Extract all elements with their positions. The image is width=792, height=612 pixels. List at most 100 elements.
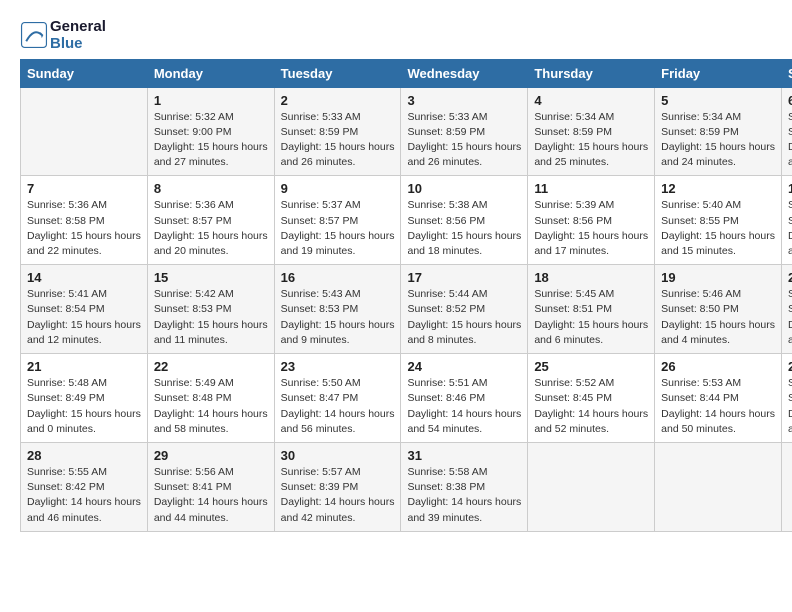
- daylight-cont: and 39 minutes.: [407, 511, 521, 526]
- daylight-cont: and 20 minutes.: [154, 244, 268, 259]
- daylight-cont: and 58 minutes.: [154, 422, 268, 437]
- day-info: Sunrise: 5:42 AMSunset: 8:53 PMDaylight:…: [154, 287, 268, 348]
- daylight-cont: and 11 minutes.: [154, 333, 268, 348]
- sunrise-label: Sunrise: 5:35 AM: [788, 110, 792, 125]
- sunset-label: Sunset: 8:52 PM: [407, 302, 521, 317]
- sunset-label: Sunset: 8:59 PM: [407, 125, 521, 140]
- day-number: 18: [534, 270, 648, 285]
- sunrise-label: Sunrise: 5:47 AM: [788, 287, 792, 302]
- daylight-label: Daylight: 14 hours hours: [281, 495, 395, 510]
- calendar-cell: 20 Sunrise: 5:47 AMSunset: 8:50 PMDayligh…: [781, 265, 792, 354]
- sunrise-label: Sunrise: 5:51 AM: [407, 376, 521, 391]
- sunset-label: Sunset: 8:41 PM: [154, 480, 268, 495]
- daylight-label: Daylight: 15 hours hours: [281, 318, 395, 333]
- day-number: 7: [27, 181, 141, 196]
- calendar-cell: 28Sunrise: 5:55 AMSunset: 8:42 PMDayligh…: [21, 443, 148, 532]
- daylight-cont: and 42 minutes.: [281, 511, 395, 526]
- calendar-cell: 1Sunrise: 5:32 AMSunset: 9:00 PMDaylight…: [147, 87, 274, 176]
- daylight-label: Daylight: 14 hours hours: [407, 407, 521, 422]
- day-info: Sunrise: 5:47 AMSunset: 8:50 PMDaylight:…: [788, 287, 792, 348]
- sunrise-label: Sunrise: 5:34 AM: [534, 110, 648, 125]
- calendar-cell: 21Sunrise: 5:48 AMSunset: 8:49 PMDayligh…: [21, 354, 148, 443]
- daylight-label: Daylight: 15 hours hours: [281, 229, 395, 244]
- day-info: Sunrise: 5:52 AMSunset: 8:45 PMDaylight:…: [534, 376, 648, 437]
- day-number: 19: [661, 270, 775, 285]
- calendar-cell: 27Sunrise: 5:54 AMSunset: 8:43 PMDayligh…: [781, 354, 792, 443]
- sunrise-label: Sunrise: 5:56 AM: [154, 465, 268, 480]
- daylight-label: Daylight: 15 hours hours: [661, 318, 775, 333]
- calendar-cell: 14 Sunrise: 5:41 AMSunset: 8:54 PMDayligh…: [21, 265, 148, 354]
- day-number: 3: [407, 93, 521, 108]
- day-info: Sunrise: 5:34 AMSunset: 8:59 PMDaylight:…: [534, 110, 648, 171]
- sunrise-label: Sunrise: 5:54 AM: [788, 376, 792, 391]
- sunset-label: Sunset: 8:59 PM: [661, 125, 775, 140]
- day-number: 14: [27, 270, 141, 285]
- daylight-cont: and 46 minutes.: [27, 511, 141, 526]
- sunset-label: Sunset: 8:43 PM: [788, 391, 792, 406]
- sunrise-label: Sunrise: 5:34 AM: [661, 110, 775, 125]
- daylight-cont: and 17 minutes.: [534, 244, 648, 259]
- day-info: Sunrise: 5:33 AMSunset: 8:59 PMDaylight:…: [407, 110, 521, 171]
- day-info: Sunrise: 5:50 AMSunset: 8:47 PMDaylight:…: [281, 376, 395, 437]
- logo-text: General Blue: [50, 18, 106, 53]
- day-number: 11: [534, 181, 648, 196]
- daylight-cont: and 0 minutes.: [27, 422, 141, 437]
- daylight-cont: and 48 minutes.: [788, 422, 792, 437]
- calendar-cell: 3 Sunrise: 5:33 AMSunset: 8:59 PMDaylight…: [401, 87, 528, 176]
- day-info: Sunrise: 5:43 AMSunset: 8:53 PMDaylight:…: [281, 287, 395, 348]
- sunrise-label: Sunrise: 5:43 AM: [281, 287, 395, 302]
- day-info: Sunrise: 5:49 AMSunset: 8:48 PMDaylight:…: [154, 376, 268, 437]
- daylight-label: Daylight: 14 hours hours: [27, 495, 141, 510]
- sunset-label: Sunset: 8:46 PM: [407, 391, 521, 406]
- calendar-cell: 17Sunrise: 5:44 AMSunset: 8:52 PMDayligh…: [401, 265, 528, 354]
- day-info: Sunrise: 5:41 AMSunset: 8:54 PMDaylight:…: [27, 287, 141, 348]
- day-number: 20: [788, 270, 792, 285]
- calendar-cell: 7Sunrise: 5:36 AMSunset: 8:58 PMDaylight…: [21, 176, 148, 265]
- day-number: 22: [154, 359, 268, 374]
- sunrise-label: Sunrise: 5:46 AM: [661, 287, 775, 302]
- sunset-label: Sunset: 8:57 PM: [281, 214, 395, 229]
- sunset-label: Sunset: 8:45 PM: [534, 391, 648, 406]
- sunset-label: Sunset: 8:47 PM: [281, 391, 395, 406]
- daylight-label: Daylight: 15 hours hours: [534, 140, 648, 155]
- calendar-cell: [528, 443, 655, 532]
- daylight-label: Daylight: 15 hours hours: [788, 229, 792, 244]
- day-number: 8: [154, 181, 268, 196]
- sunset-label: Sunset: 8:48 PM: [154, 391, 268, 406]
- week-row-5: 28Sunrise: 5:55 AMSunset: 8:42 PMDayligh…: [21, 443, 792, 532]
- sunrise-label: Sunrise: 5:50 AM: [281, 376, 395, 391]
- sunset-label: Sunset: 8:55 PM: [788, 214, 792, 229]
- calendar-cell: 5 Sunrise: 5:34 AMSunset: 8:59 PMDaylight…: [655, 87, 782, 176]
- logo-icon: [20, 21, 48, 49]
- calendar-cell: 6Sunrise: 5:35 AMSunset: 8:58 PMDaylight…: [781, 87, 792, 176]
- day-number: 31: [407, 448, 521, 463]
- daylight-cont: and 4 minutes.: [661, 333, 775, 348]
- col-header-wednesday: Wednesday: [401, 59, 528, 87]
- daylight-cont: and 52 minutes.: [534, 422, 648, 437]
- sunset-label: Sunset: 8:51 PM: [534, 302, 648, 317]
- col-header-sunday: Sunday: [21, 59, 148, 87]
- calendar-cell: 8Sunrise: 5:36 AMSunset: 8:57 PMDaylight…: [147, 176, 274, 265]
- day-info: Sunrise: 5:33 AMSunset: 8:59 PMDaylight:…: [281, 110, 395, 171]
- sunrise-label: Sunrise: 5:45 AM: [534, 287, 648, 302]
- daylight-cont: and 18 minutes.: [407, 244, 521, 259]
- sunrise-label: Sunrise: 5:41 AM: [27, 287, 141, 302]
- daylight-label: Daylight: 15 hours hours: [27, 407, 141, 422]
- daylight-label: Daylight: 14 hours hours: [788, 407, 792, 422]
- daylight-label: Daylight: 15 hours hours: [27, 229, 141, 244]
- daylight-label: Daylight: 14 hours hours: [154, 495, 268, 510]
- day-number: 23: [281, 359, 395, 374]
- calendar-cell: [655, 443, 782, 532]
- day-info: Sunrise: 5:56 AMSunset: 8:41 PMDaylight:…: [154, 465, 268, 526]
- calendar-cell: 9Sunrise: 5:37 AMSunset: 8:57 PMDaylight…: [274, 176, 401, 265]
- day-number: 5: [661, 93, 775, 108]
- calendar-cell: 26Sunrise: 5:53 AMSunset: 8:44 PMDayligh…: [655, 354, 782, 443]
- day-info: Sunrise: 5:37 AMSunset: 8:57 PMDaylight:…: [281, 198, 395, 259]
- daylight-label: Daylight: 15 hours hours: [788, 140, 792, 155]
- daylight-cont: and 27 minutes.: [154, 155, 268, 170]
- daylight-label: Daylight: 14 hours hours: [154, 407, 268, 422]
- day-info: Sunrise: 5:51 AMSunset: 8:46 PMDaylight:…: [407, 376, 521, 437]
- daylight-cont: and 56 minutes.: [281, 422, 395, 437]
- calendar-cell: 12Sunrise: 5:40 AMSunset: 8:55 PMDayligh…: [655, 176, 782, 265]
- daylight-label: Daylight: 15 hours hours: [661, 140, 775, 155]
